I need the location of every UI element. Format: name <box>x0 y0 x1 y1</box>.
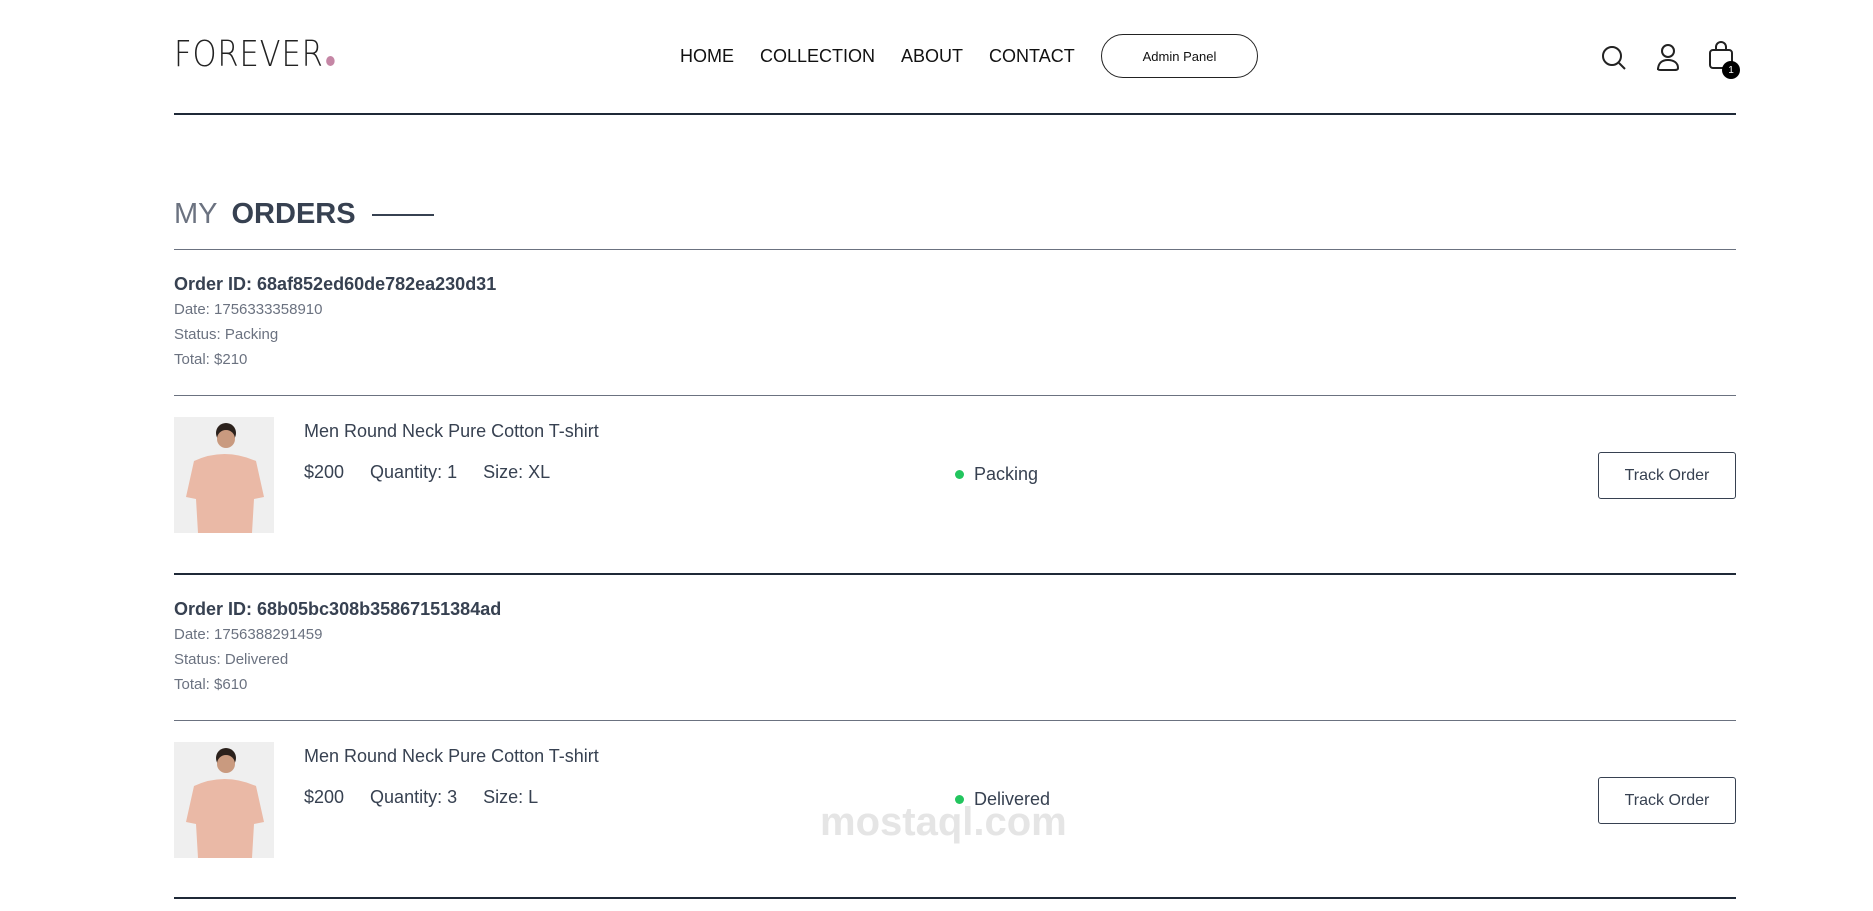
nav-contact[interactable]: CONTACT <box>989 46 1075 67</box>
order-id: Order ID: 68b05bc308b35867151384ad <box>174 599 502 619</box>
status-text: Packing <box>974 464 1039 484</box>
product-image <box>174 417 274 533</box>
watermark: mostaql.com <box>820 800 1067 844</box>
order-divider <box>174 897 1736 899</box>
order-date: Date: 1756333358910 <box>174 301 323 318</box>
order-id: Order ID: 68af852ed60de782ea230d31 <box>174 274 497 294</box>
user-icon[interactable] <box>1654 42 1682 74</box>
header-divider <box>174 113 1736 115</box>
order-total: Total: $210 <box>174 351 248 368</box>
product-quantity: Quantity: 1 <box>370 462 458 482</box>
product-details: $200 Quantity: 1 Size: XL <box>304 462 550 483</box>
product-price: $200 <box>304 462 345 482</box>
logo-dot <box>326 56 335 66</box>
cart-count-badge: 1 <box>1722 61 1740 79</box>
header-icons: 1 <box>1600 40 1740 79</box>
divider <box>174 395 1736 396</box>
item-status: Packing <box>955 464 1038 485</box>
product-size: Size: L <box>483 787 539 807</box>
divider <box>174 720 1736 721</box>
title-part1: MY <box>174 198 218 230</box>
divider <box>174 249 1736 250</box>
track-order-button[interactable]: Track Order <box>1598 777 1736 824</box>
product-details: $200 Quantity: 3 Size: L <box>304 787 538 808</box>
product-name: Men Round Neck Pure Cotton T-shirt <box>304 421 599 441</box>
nav-collection[interactable]: COLLECTION <box>760 46 875 67</box>
title-part2: ORDERS <box>231 198 356 230</box>
page-title: MY ORDERS <box>174 198 434 231</box>
title-line <box>371 213 434 216</box>
order-date: Date: 1756388291459 <box>174 626 323 643</box>
logo-text: FOREVER <box>174 34 324 75</box>
product-size: Size: XL <box>483 462 551 482</box>
product-name: Men Round Neck Pure Cotton T-shirt <box>304 746 599 766</box>
order-summary: Order ID: 68af852ed60de782ea230d31 Date:… <box>174 274 496 372</box>
track-order-button[interactable]: Track Order <box>1598 452 1736 499</box>
main-nav: HOME COLLECTION ABOUT CONTACT <box>680 46 1075 67</box>
logo[interactable]: FOREVER <box>174 34 335 75</box>
product-image <box>174 742 274 858</box>
search-icon[interactable] <box>1600 44 1628 72</box>
order-total: Total: $610 <box>174 676 248 693</box>
cart-button[interactable]: 1 <box>1708 40 1740 79</box>
order-summary: Order ID: 68b05bc308b35867151384ad Date:… <box>174 599 501 697</box>
product-price: $200 <box>304 787 345 807</box>
admin-panel-button[interactable]: Admin Panel <box>1101 34 1258 78</box>
status-dot <box>955 470 964 479</box>
nav-about[interactable]: ABOUT <box>901 46 963 67</box>
product-quantity: Quantity: 3 <box>370 787 458 807</box>
order-divider <box>174 573 1736 575</box>
order-status: Status: Delivered <box>174 651 289 668</box>
nav-home[interactable]: HOME <box>680 46 734 67</box>
order-status: Status: Packing <box>174 326 279 343</box>
